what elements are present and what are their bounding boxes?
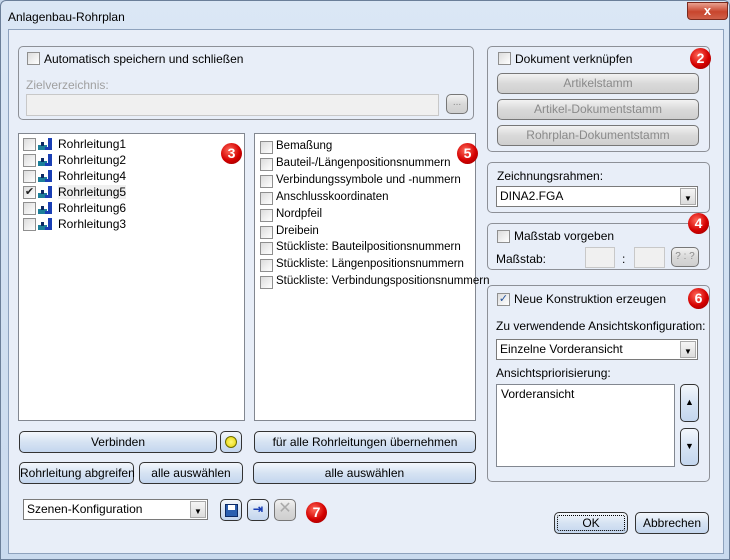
import-icon: ⇥ bbox=[252, 502, 264, 516]
scale-denominator-input[interactable] bbox=[634, 247, 665, 268]
target-dir-input[interactable] bbox=[26, 94, 439, 116]
article-document-master-button[interactable]: Artikel-Dokumentstamm bbox=[497, 99, 699, 120]
scale-label: Maßstab: bbox=[496, 252, 547, 266]
arrow-up-icon: ▲ bbox=[685, 397, 694, 407]
annotation-option-checkbox[interactable] bbox=[260, 141, 273, 154]
annotation-option-checkbox[interactable] bbox=[260, 276, 273, 290]
pipeline-item-label[interactable]: Rohrleitung1 bbox=[58, 137, 126, 151]
annotation-option-label[interactable]: Verbindungssymbole und -nummern bbox=[276, 174, 461, 186]
badge-5: 5 bbox=[457, 143, 478, 164]
annotation-option-checkbox[interactable] bbox=[260, 225, 273, 239]
chevron-down-icon[interactable]: ▼ bbox=[680, 188, 696, 205]
pipeline-item-label[interactable]: Rohrleitung2 bbox=[58, 153, 126, 167]
window-title: Anlagenbau-Rohrplan bbox=[8, 10, 125, 24]
pipeline-checkbox[interactable] bbox=[23, 138, 36, 151]
annotation-option-label[interactable]: Bemaßung bbox=[276, 140, 332, 152]
annotation-option-label[interactable]: Anschlusskoordinaten bbox=[276, 191, 389, 203]
pipeline-checkbox[interactable] bbox=[23, 218, 36, 231]
target-dir-label: Zielverzeichnis: bbox=[26, 78, 109, 92]
badge-6: 6 bbox=[688, 288, 709, 309]
apply-all-pipelines-button[interactable]: für alle Rohrleitungen übernehmen bbox=[254, 431, 476, 453]
view-priority-label: Ansichtspriorisierung: bbox=[496, 366, 611, 380]
pipeline-item-label[interactable]: Rohrleitung6 bbox=[58, 201, 126, 215]
badge-7: 7 bbox=[306, 502, 327, 523]
pipeplan-document-master-button[interactable]: Rohrplan-Dokumentstamm bbox=[497, 125, 699, 146]
annotation-option-label[interactable]: Stückliste: Verbindungspositionsnummern bbox=[276, 275, 490, 287]
document-link-label: Dokument verknüpfen bbox=[515, 52, 633, 66]
badge-2: 2 bbox=[690, 48, 711, 69]
autosave-checkbox[interactable] bbox=[27, 52, 40, 65]
view-priority-list[interactable]: Vorderansicht bbox=[496, 384, 675, 467]
annotation-option-checkbox[interactable] bbox=[260, 174, 273, 188]
pipeline-item-label[interactable]: Rorhleitung3 bbox=[58, 217, 126, 231]
chevron-down-icon[interactable]: ▼ bbox=[680, 341, 696, 358]
drawing-frame-value: DINA2.FGA bbox=[500, 189, 564, 203]
highlight-button[interactable] bbox=[220, 431, 242, 453]
document-link-checkbox[interactable] bbox=[498, 52, 511, 65]
view-config-value: Einzelne Vorderansicht bbox=[500, 342, 623, 356]
annotation-option-checkbox[interactable] bbox=[260, 242, 273, 256]
annotation-option-checkbox[interactable] bbox=[260, 208, 273, 222]
save-scene-button[interactable] bbox=[220, 499, 242, 521]
scale-pick-button[interactable]: ? : ? bbox=[671, 247, 699, 267]
pick-pipeline-button[interactable]: Rohrleitung abgreifen bbox=[19, 462, 135, 484]
annotation-option-label[interactable]: Bauteil-/Längenpositionsnummern bbox=[276, 157, 451, 169]
list-item[interactable]: Vorderansicht bbox=[501, 387, 670, 401]
pipeline-checkbox[interactable]: ✔ bbox=[23, 186, 36, 199]
article-master-button[interactable]: Artikelstamm bbox=[497, 73, 699, 94]
pipeline-checkbox[interactable] bbox=[23, 202, 36, 215]
annotation-option-checkbox[interactable] bbox=[260, 191, 273, 205]
annotation-option-label[interactable]: Stückliste: Bauteilpositionsnummern bbox=[276, 241, 461, 253]
pipeline-icon bbox=[38, 186, 52, 198]
delete-scene-button[interactable]: ✕ bbox=[274, 499, 296, 521]
cancel-button[interactable]: Abbrechen bbox=[635, 512, 709, 534]
close-button[interactable]: x bbox=[687, 2, 728, 20]
annotation-option-checkbox[interactable] bbox=[260, 259, 273, 273]
sun-icon bbox=[225, 436, 237, 448]
pipeline-item-label[interactable]: Rohrleitung5 bbox=[58, 185, 127, 199]
pipeline-icon bbox=[38, 218, 52, 230]
view-config-select[interactable]: Einzelne Vorderansicht ▼ bbox=[496, 339, 698, 360]
new-construction-label: Neue Konstruktion erzeugen bbox=[514, 292, 667, 306]
badge-3: 3 bbox=[221, 143, 242, 164]
pipeline-icon bbox=[38, 154, 52, 166]
pipeline-icon bbox=[38, 138, 52, 150]
move-up-button[interactable]: ▲ bbox=[680, 384, 699, 422]
arrow-down-icon: ▼ bbox=[685, 441, 694, 451]
scale-numerator-input[interactable] bbox=[585, 247, 615, 268]
connect-button[interactable]: Verbinden bbox=[19, 431, 217, 453]
scale-separator: : bbox=[622, 252, 626, 266]
pipeline-icon bbox=[38, 170, 52, 182]
drawing-frame-label: Zeichnungsrahmen: bbox=[497, 169, 604, 183]
annotation-option-checkbox[interactable] bbox=[260, 157, 273, 171]
move-down-button[interactable]: ▼ bbox=[680, 428, 699, 466]
pipeline-checkbox[interactable] bbox=[23, 170, 36, 183]
pipeline-icon bbox=[38, 202, 52, 214]
scale-checkbox[interactable] bbox=[497, 230, 510, 243]
annotation-option-label[interactable]: Nordpfeil bbox=[276, 208, 322, 220]
browse-button[interactable]: ... bbox=[446, 94, 468, 114]
scene-config-value: Szenen-Konfiguration bbox=[27, 502, 143, 516]
annotation-option-label[interactable]: Dreibein bbox=[276, 225, 319, 237]
annotation-option-label[interactable]: Stückliste: Längenpositionsnummern bbox=[276, 258, 464, 270]
autosave-label: Automatisch speichern und schließen bbox=[44, 52, 244, 66]
badge-4: 4 bbox=[688, 213, 709, 234]
scene-config-select[interactable]: Szenen-Konfiguration ▼ bbox=[23, 499, 208, 520]
load-scene-button[interactable]: ⇥ bbox=[247, 499, 269, 521]
ok-button[interactable]: OK bbox=[554, 512, 628, 534]
new-construction-checkbox[interactable]: ✓ bbox=[497, 293, 510, 306]
chevron-down-icon[interactable]: ▼ bbox=[190, 501, 206, 518]
drawing-frame-select[interactable]: DINA2.FGA ▼ bbox=[496, 186, 698, 207]
pipeline-checkbox[interactable] bbox=[23, 154, 36, 167]
save-icon bbox=[225, 504, 238, 517]
select-all-pipelines-button[interactable]: alle auswählen bbox=[139, 462, 243, 484]
view-config-label: Zu verwendende Ansichtskonfiguration: bbox=[496, 319, 706, 333]
pipeline-item-label[interactable]: Rohrleitung4 bbox=[58, 169, 126, 183]
scale-checkbox-label: Maßstab vorgeben bbox=[514, 229, 615, 243]
select-all-options-button[interactable]: alle auswählen bbox=[253, 462, 476, 484]
delete-icon: ✕ bbox=[278, 500, 292, 517]
